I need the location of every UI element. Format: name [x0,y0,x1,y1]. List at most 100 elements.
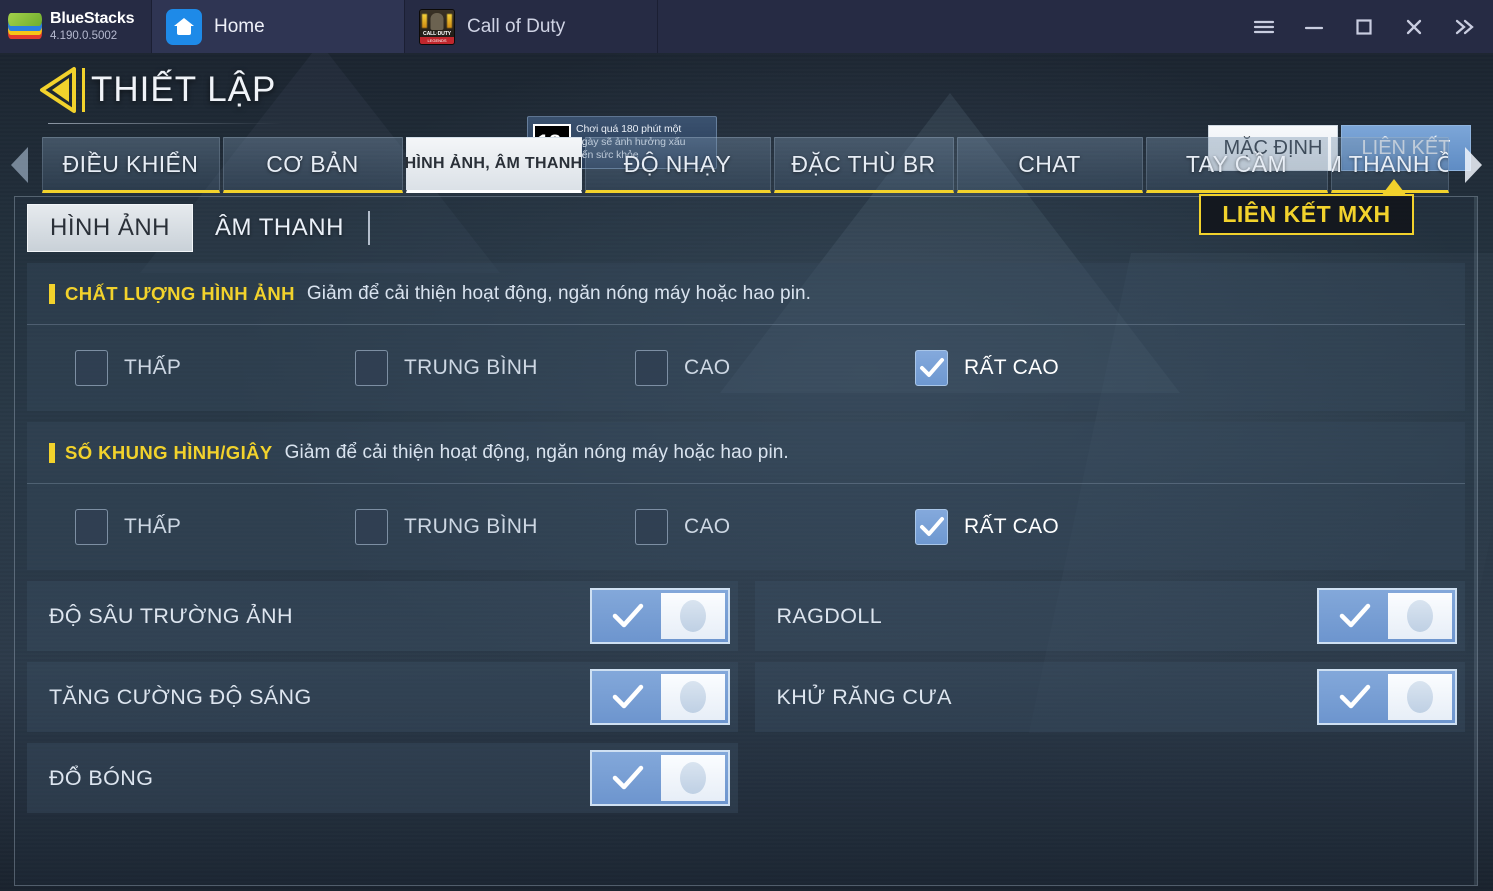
option-trung-binh[interactable]: TRUNG BÌNH [355,509,635,545]
maximize-button[interactable] [1339,0,1389,53]
menu-button[interactable] [1239,0,1289,53]
title-underline [48,123,283,124]
minimize-button[interactable] [1289,0,1339,53]
option-thap[interactable]: THẤP [75,350,355,386]
option-label: THẤP [124,356,182,379]
toggle-switch-on[interactable] [589,588,730,644]
toggle-column-right: RAGDOLL KHỬ RĂNG CƯA [754,581,1465,813]
checkbox-icon[interactable] [355,509,388,545]
checkbox-icon[interactable] [355,350,388,386]
checkbox-checked-icon[interactable] [915,509,948,545]
toggle-row-tang-cuong-do-sang[interactable]: TĂNG CƯỜNG ĐỘ SÁNG [27,662,738,732]
checkbox-checked-icon[interactable] [915,350,948,386]
option-rat-cao[interactable]: RẤT CAO [915,350,1195,386]
call-of-duty-icon: CALL·DUTY LEGENDS [419,8,455,45]
game-viewport: THIẾT LẬP 18+ Chơi quá 180 phút một ngày… [0,53,1493,891]
panel-scrollbar[interactable] [1474,197,1477,885]
toggle-switch-on[interactable] [1317,669,1457,725]
tooltip-pointer-icon [1381,179,1407,196]
expand-button[interactable] [1439,0,1489,53]
toggle-knob [660,755,725,801]
bluestacks-brand: BlueStacks 4.190.0.5002 [0,0,152,53]
toggle-knob [660,593,725,639]
tab-label: TAY CẦM [1185,150,1288,177]
group-options: THẤP TRUNG BÌNH CAO RẤT CAO [27,484,1465,570]
group-accent-bar [49,442,55,463]
tab-label: ĐẶC THÙ BR [791,150,936,177]
tab-label: HÌNH ẢNH, ÂM THANH [404,155,583,172]
tab-hinh-anh-am-thanh[interactable]: HÌNH ẢNH, ÂM THANH [404,137,583,193]
toggle-knob [1388,593,1452,639]
group-chat-luong-hinh-anh: CHẤT LƯỢNG HÌNH ẢNH Giảm để cải thiện ho… [27,263,1465,411]
toggle-switch-on[interactable] [589,669,730,725]
toggle-label: RAGDOLL [776,603,883,628]
toggle-row-do-sau-truong-anh[interactable]: ĐỘ SÂU TRƯỜNG ẢNH [27,581,738,651]
toggle-knob [1388,674,1452,720]
toggle-row-ragdoll[interactable]: RAGDOLL [754,581,1465,651]
option-label: TRUNG BÌNH [404,356,538,379]
cod-icon-sub: LEGENDS [420,36,454,44]
close-button[interactable] [1389,0,1439,53]
option-label: RẤT CAO [964,515,1060,538]
option-thap[interactable]: THẤP [75,509,355,545]
group-header: CHẤT LƯỢNG HÌNH ẢNH Giảm để cải thiện ho… [27,263,1465,325]
home-icon [166,8,202,45]
bluestacks-logo-icon [8,12,42,42]
sub-tab-hinh-anh[interactable]: HÌNH ẢNH [27,204,194,252]
check-icon [595,602,661,630]
window-tab-call-of-duty[interactable]: CALL·DUTY LEGENDS Call of Duty [405,0,658,53]
title-divider [82,68,85,112]
group-title: SỐ KHUNG HÌNH/GIÂY [65,441,273,463]
check-icon [595,683,661,711]
option-trung-binh[interactable]: TRUNG BÌNH [355,350,635,386]
tooltip-lien-ket-mxh[interactable]: LIÊN KẾT MXH [1199,194,1414,235]
tab-dac-thu-br[interactable]: ĐẶC THÙ BR [773,137,954,193]
sub-tab-am-thanh[interactable]: ÂM THANH [193,204,366,252]
brand-version: 4.190.0.5002 [50,29,118,42]
toggle-column-left: ĐỘ SÂU TRƯỜNG ẢNH TĂNG CƯỜNG ĐỘ SÁNG ĐỔ … [27,581,738,813]
tab-label: ĐỘ NHẠY [623,150,732,177]
group-title: CHẤT LƯỢNG HÌNH ẢNH [65,282,295,304]
option-label: THẤP [124,515,182,538]
toggle-knob [660,674,725,720]
toggle-label: KHỬ RĂNG CƯA [776,684,952,709]
toggle-label: ĐỘ SÂU TRƯỜNG ẢNH [49,603,293,628]
check-icon [1322,602,1388,630]
group-description: Giảm để cải thiện hoạt động, ngăn nóng m… [306,282,812,304]
settings-header: THIẾT LẬP 18+ Chơi quá 180 phút một ngày… [0,53,1493,171]
tab-chat[interactable]: CHAT [956,137,1143,193]
toggle-label: ĐỔ BÓNG [49,765,154,790]
age-rating-line1: Chơi quá 180 phút một [576,123,682,135]
toggle-switch-on[interactable] [589,750,730,806]
check-icon [595,764,661,792]
option-label: CAO [684,356,731,379]
window-tab-home[interactable]: Home [152,0,405,53]
back-arrow-icon[interactable] [36,65,80,115]
sub-tab-divider [367,211,370,245]
tab-co-ban[interactable]: CƠ BẢN [222,137,403,193]
group-so-khung-hinh-giay: SỐ KHUNG HÌNH/GIÂY Giảm để cải thiện hoạ… [27,422,1465,570]
tab-label: ĐIỀU KHIỂN [62,150,199,177]
window-tab-call-of-duty-label: Call of Duty [467,15,566,37]
option-cao[interactable]: CAO [635,509,915,545]
option-cao[interactable]: CAO [635,350,915,386]
settings-panel: HÌNH ẢNH ÂM THANH CHẤT LƯỢNG HÌNH ẢNH Gi… [14,196,1478,886]
tab-do-nhay[interactable]: ĐỘ NHẠY [584,137,771,193]
page-title: THIẾT LẬP [91,70,277,109]
option-rat-cao[interactable]: RẤT CAO [915,509,1195,545]
tab-dieu-khien[interactable]: ĐIỀU KHIỂN [41,137,220,193]
checkbox-icon[interactable] [635,509,668,545]
group-accent-bar [49,283,55,304]
checkbox-icon[interactable] [635,350,668,386]
group-description: Giảm để cải thiện hoạt động, ngăn nóng m… [284,441,789,463]
toggle-row-khu-rang-cua[interactable]: KHỬ RĂNG CƯA [754,662,1465,732]
chevron-right-icon[interactable] [1452,137,1493,193]
group-header: SỐ KHUNG HÌNH/GIÂY Giảm để cải thiện hoạ… [27,422,1465,484]
chevron-left-icon[interactable] [0,137,42,193]
tab-tay-cam[interactable]: TAY CẦM [1145,137,1328,193]
toggle-switch-on[interactable] [1317,588,1457,644]
checkbox-icon[interactable] [75,350,108,386]
group-options: THẤP TRUNG BÌNH CAO RẤT CAO [27,325,1465,411]
toggle-row-do-bong[interactable]: ĐỔ BÓNG [27,743,738,813]
checkbox-icon[interactable] [75,509,108,545]
